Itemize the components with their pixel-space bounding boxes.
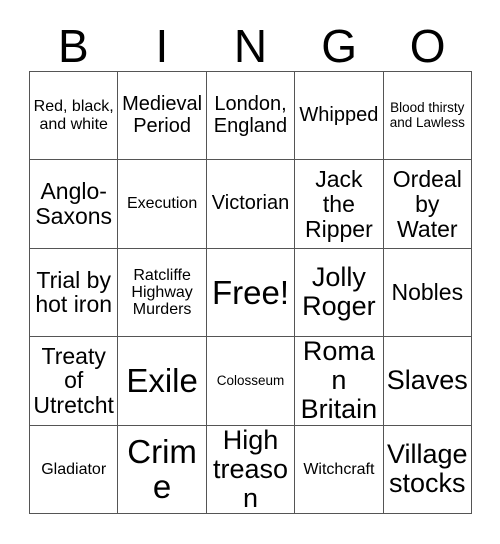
bingo-cell-label: Ratcliffe Highway Murders [131,266,193,319]
bingo-cell-label: Village stocks [387,439,468,499]
bingo-header-letter-n: N [233,20,268,72]
bingo-cell[interactable]: Trial by hot iron [30,248,119,338]
bingo-cell[interactable]: Jolly Roger [295,248,384,338]
bingo-cell-label: Colosseum [216,372,285,388]
bingo-cell-label: Whipped [299,103,379,126]
bingo-cell-label: London, England [213,93,288,137]
bingo-cell[interactable]: Exile [118,337,207,426]
bingo-header-letter-i: I [155,20,169,72]
bingo-cell[interactable]: Jack the Ripper [295,160,384,249]
bingo-cell-label: Crime [127,432,197,506]
bingo-cell[interactable]: Medieval Period [118,72,207,161]
bingo-cell-label: Nobles [391,279,464,306]
bingo-header-letter-b: B [57,20,89,72]
bingo-cell-label: Gladiator [41,460,107,478]
bingo-cell-label: Jolly Roger [302,262,376,322]
bingo-cell[interactable]: Colosseum [206,337,296,426]
bingo-cell[interactable]: Ratcliffe Highway Murders [118,248,207,338]
bingo-cell[interactable]: Slaves [383,337,472,426]
bingo-cell-label: Blood thirsty and Lawless [389,100,465,130]
bingo-header-letter-o: O [409,20,446,72]
bingo-cell[interactable]: Whipped [295,72,384,161]
bingo-cell[interactable]: Witchcraft [295,425,384,514]
bingo-free-space[interactable]: Free! [206,248,296,338]
bingo-cell-label: High treason [212,425,289,513]
bingo-cell[interactable]: Anglo-Saxons [30,160,119,249]
bingo-card: B I N G O Red, black, and white Medieval… [0,0,500,544]
bingo-cell[interactable]: Execution [118,160,207,249]
bingo-cell-label: Witchcraft [303,460,375,478]
bingo-cell-label: Slaves [386,365,468,396]
bingo-cell-label: Exile [126,362,198,400]
bingo-cell[interactable]: Red, black, and white [30,72,119,161]
bingo-cell-label: Anglo-Saxons [35,178,113,230]
bingo-header-row: B I N G O [29,8,472,71]
bingo-cell[interactable]: Village stocks [383,425,472,514]
bingo-cell-label: Jack the Ripper [305,165,373,242]
bingo-cell[interactable]: Roman Britain [295,337,384,426]
bingo-cell[interactable]: London, England [206,72,296,161]
bingo-cell-label: Red, black, and white [33,98,114,133]
bingo-cell-label: Medieval Period [122,93,203,137]
bingo-cell[interactable]: Treaty of Utretcht [30,337,119,426]
bingo-grid: Red, black, and white Medieval Period Lo… [29,71,472,514]
bingo-cell-label: Roman Britain [300,337,378,425]
bingo-cell-label: Treaty of Utretcht [33,342,114,419]
bingo-cell-label: Ordeal by Water [392,165,462,242]
bingo-cell-label: Trial by hot iron [35,266,113,318]
bingo-cell[interactable]: Victorian [206,160,296,249]
bingo-cell-label: Victorian [211,192,290,215]
bingo-cell-label: Execution [126,195,198,213]
bingo-free-space-label: Free! [211,273,289,311]
bingo-cell[interactable]: Ordeal by Water [383,160,472,249]
bingo-cell[interactable]: Crime [118,425,207,514]
bingo-cell[interactable]: Nobles [383,248,472,338]
bingo-cell[interactable]: Gladiator [30,425,119,514]
bingo-header-letter-g: G [321,20,357,72]
bingo-cell[interactable]: Blood thirsty and Lawless [383,72,472,161]
bingo-cell[interactable]: High treason [206,425,296,514]
